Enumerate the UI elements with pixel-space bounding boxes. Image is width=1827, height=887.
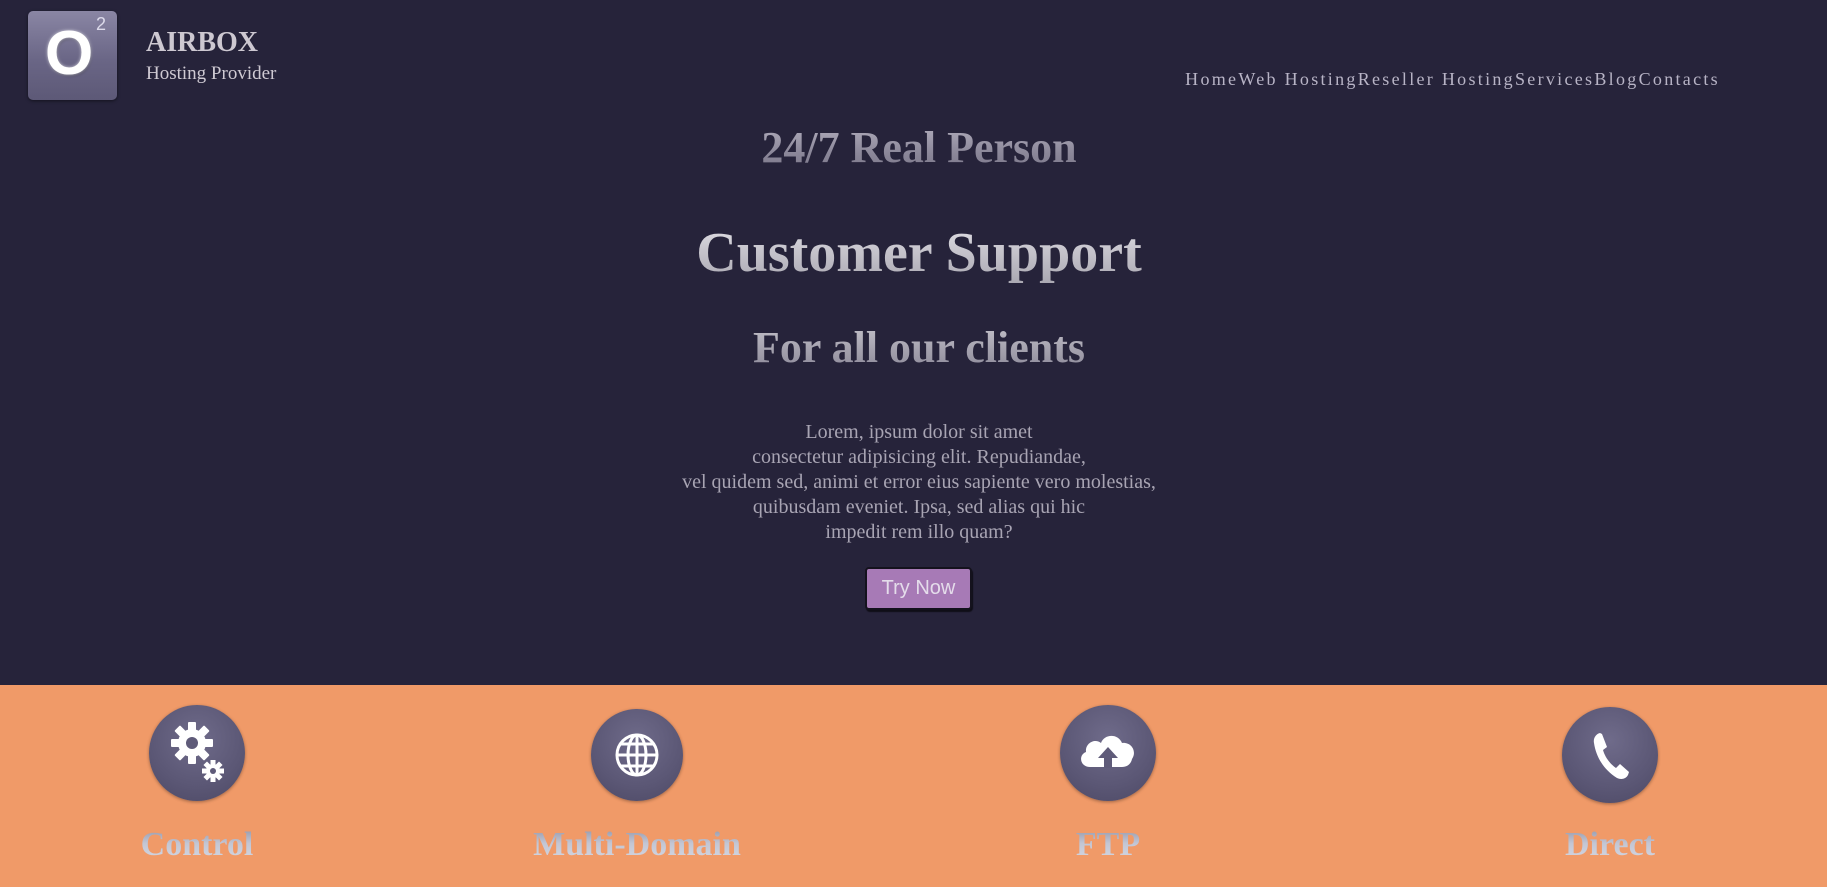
hero-body-line: impedit rem illo quam? bbox=[825, 521, 1013, 543]
hero-body-line: quibusdam eveniet. Ipsa, sed alias qui h… bbox=[752, 496, 1086, 518]
feature-icon-circle bbox=[591, 709, 683, 801]
hero-body-line: Lorem, ipsum dolor sit amet bbox=[805, 421, 1033, 443]
feature-icon-circle bbox=[1562, 707, 1658, 803]
hero-title: Customer Support bbox=[0, 220, 1827, 286]
page: O 2 AIRBOX Hosting Provider Home Web Hos… bbox=[0, 0, 1827, 887]
logo-superscript: 2 bbox=[96, 14, 107, 34]
phone-icon bbox=[1593, 733, 1629, 779]
nav-item-blog[interactable]: Blog bbox=[1594, 68, 1638, 90]
feature-label: Control bbox=[37, 825, 357, 865]
feature-multi-domain[interactable]: Multi-Domain bbox=[517, 685, 757, 887]
nav-item-contacts[interactable]: Contacts bbox=[1639, 68, 1720, 90]
hero-body-line: consectetur adipisicing elit. Repudianda… bbox=[752, 446, 1086, 468]
globe-icon bbox=[615, 733, 659, 777]
hero-kicker: 24/7 Real Person bbox=[0, 122, 1827, 174]
main-nav: Home Web Hosting Reseller Hosting Servic… bbox=[1185, 68, 1720, 90]
cloud-upload-icon bbox=[1081, 735, 1134, 768]
brand-name: AIRBOX bbox=[146, 27, 259, 58]
feature-icon-circle bbox=[1060, 705, 1156, 801]
feature-label: Direct bbox=[1450, 825, 1770, 865]
feature-ftp[interactable]: FTP bbox=[988, 685, 1228, 887]
feature-direct[interactable]: Direct bbox=[1490, 685, 1730, 887]
logo[interactable]: O 2 bbox=[28, 11, 117, 100]
logo-letter: O bbox=[45, 19, 94, 88]
try-now-button[interactable]: Try Now bbox=[865, 567, 972, 610]
hero-body-line: vel quidem sed, animi et error eius sapi… bbox=[682, 471, 1156, 493]
feature-icon-circle bbox=[149, 705, 245, 801]
features-band: Control Multi-Domain FTP Direct bbox=[0, 685, 1827, 887]
nav-item-reseller-hosting[interactable]: Reseller Hosting bbox=[1358, 68, 1515, 90]
feature-control[interactable]: Control bbox=[77, 685, 317, 887]
hero-body: Lorem, ipsum dolor sit amet consectetur … bbox=[0, 420, 1827, 545]
brand-tagline: Hosting Provider bbox=[146, 63, 277, 84]
feature-label: FTP bbox=[948, 825, 1268, 865]
feature-label: Multi-Domain bbox=[477, 825, 797, 865]
nav-item-services[interactable]: Services bbox=[1515, 68, 1594, 90]
nav-item-web-hosting[interactable]: Web Hosting bbox=[1238, 68, 1357, 90]
gears-icon bbox=[171, 722, 224, 782]
nav-item-home[interactable]: Home bbox=[1185, 68, 1238, 90]
hero-subtitle: For all our clients bbox=[0, 322, 1827, 374]
